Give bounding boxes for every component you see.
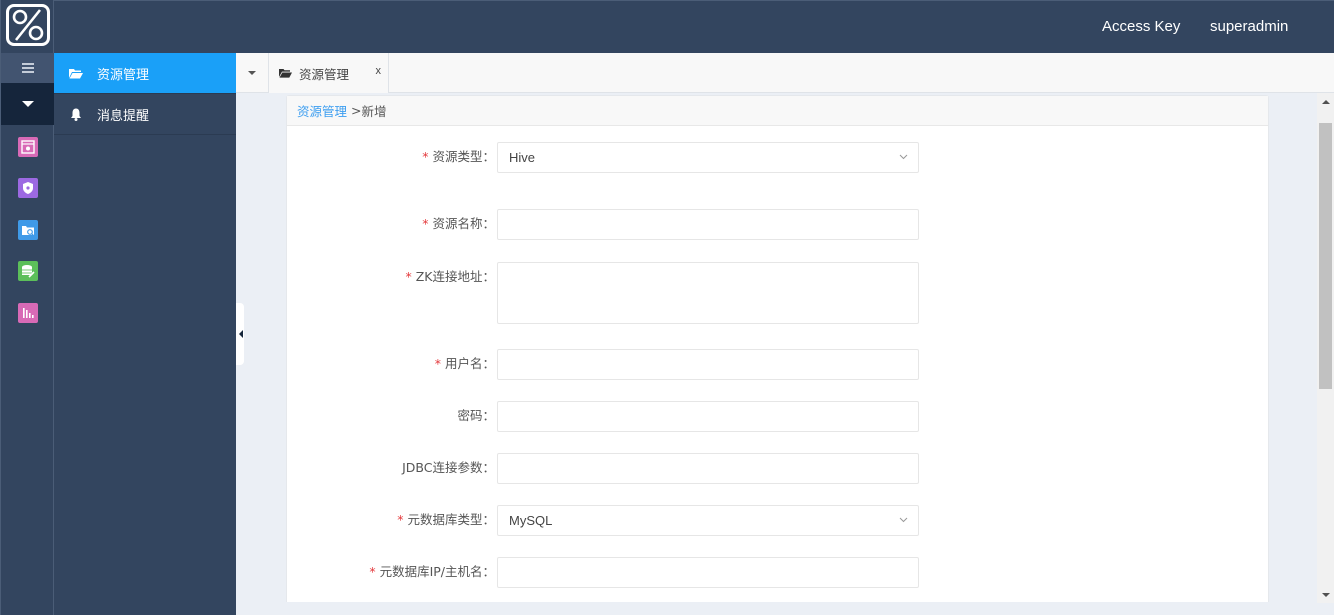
required-mark: * [434, 356, 441, 371]
nav-item-notifications[interactable]: 消息提醒 [54, 94, 236, 135]
required-mark: * [422, 216, 429, 231]
vertical-scrollbar[interactable] [1317, 93, 1334, 603]
tab-close-button[interactable]: x [376, 65, 382, 77]
password-label: 密码： [457, 408, 495, 423]
menu-toggle-button[interactable] [1, 53, 54, 83]
tab-bar: 资源管理 x [236, 53, 1334, 93]
resource-form-card: 资源管理 > 新增 * 资源类型： Hive * 资源名称： * ZK连接地址： * 用… [286, 95, 1269, 615]
logo[interactable] [6, 4, 50, 46]
percent-logo-icon [12, 9, 44, 41]
breadcrumb-current: 新增 [361, 104, 387, 119]
rail-item-dashboard[interactable] [18, 137, 38, 157]
resource-name-input[interactable] [497, 209, 919, 240]
password-input[interactable] [497, 401, 919, 432]
scroll-thumb[interactable] [1319, 123, 1332, 389]
chevron-down-icon [899, 154, 908, 160]
resource-type-label: * 资源类型： [422, 149, 495, 164]
rail-item-explorer[interactable] [18, 220, 38, 240]
icon-rail [0, 0, 54, 615]
jdbc-params-input[interactable] [497, 453, 919, 484]
required-mark: * [397, 512, 404, 527]
folder-open-icon [69, 68, 83, 79]
username-input[interactable] [497, 349, 919, 380]
required-mark: * [422, 149, 429, 164]
shield-icon [23, 182, 33, 194]
caret-left-icon [238, 330, 243, 338]
tab-list-dropdown[interactable] [236, 53, 269, 93]
metastore-host-input[interactable] [497, 557, 919, 588]
nav-item-resource-management[interactable]: 资源管理 [54, 53, 236, 94]
arrow-down-icon [1321, 592, 1330, 597]
breadcrumb-separator: > [351, 103, 362, 118]
sidebar-collapse-handle[interactable] [236, 303, 244, 365]
nav-item-label: 资源管理 [97, 67, 150, 83]
rail-expand-button[interactable] [1, 83, 54, 125]
bottom-strip [236, 602, 1318, 615]
metastore-type-value: MySQL [509, 513, 553, 528]
database-edit-icon [22, 265, 35, 278]
resource-type-select[interactable]: Hive [497, 142, 919, 173]
metastore-type-label: * 元数据库类型： [397, 512, 495, 527]
jdbc-params-label: JDBC连接参数： [402, 460, 495, 475]
metastore-type-select[interactable]: MySQL [497, 505, 919, 536]
arrow-up-icon [1321, 99, 1330, 104]
zk-address-textarea[interactable] [497, 262, 919, 324]
top-header: Access Key superadmin [54, 0, 1334, 53]
nav-sidebar: 资源管理 消息提醒 [54, 53, 236, 615]
metastore-host-label: * 元数据库IP/主机名： [369, 564, 495, 579]
access-key-link[interactable]: Access Key [1102, 18, 1180, 35]
caret-down-icon [21, 101, 34, 107]
nav-item-label: 消息提醒 [97, 108, 150, 124]
folder-search-icon [22, 226, 34, 236]
dashboard-icon [21, 140, 35, 154]
resource-name-label: * 资源名称： [422, 216, 495, 231]
breadcrumb-parent-link[interactable]: 资源管理 [297, 101, 347, 120]
required-mark: * [369, 564, 376, 579]
required-mark: * [405, 269, 412, 284]
user-menu[interactable]: superadmin [1210, 18, 1288, 35]
bell-icon [69, 108, 83, 121]
scroll-down-button[interactable] [1317, 586, 1334, 603]
username-label: * 用户名： [434, 356, 495, 371]
zk-address-label: * ZK连接地址： [405, 269, 495, 284]
hamburger-icon [21, 63, 34, 73]
tab-resource-management[interactable]: 资源管理 x [269, 53, 389, 93]
rail-item-database[interactable] [18, 261, 38, 281]
chevron-down-icon [899, 517, 908, 523]
caret-down-icon [248, 71, 256, 75]
bar-chart-icon [23, 308, 34, 318]
scroll-up-button[interactable] [1317, 93, 1334, 110]
breadcrumb: 资源管理 > 新增 [287, 96, 1268, 126]
rail-item-security[interactable] [18, 178, 38, 198]
tab-label: 资源管理 [299, 66, 350, 82]
resource-type-value: Hive [509, 150, 536, 165]
folder-open-icon [279, 68, 292, 78]
rail-item-reports[interactable] [18, 303, 38, 323]
